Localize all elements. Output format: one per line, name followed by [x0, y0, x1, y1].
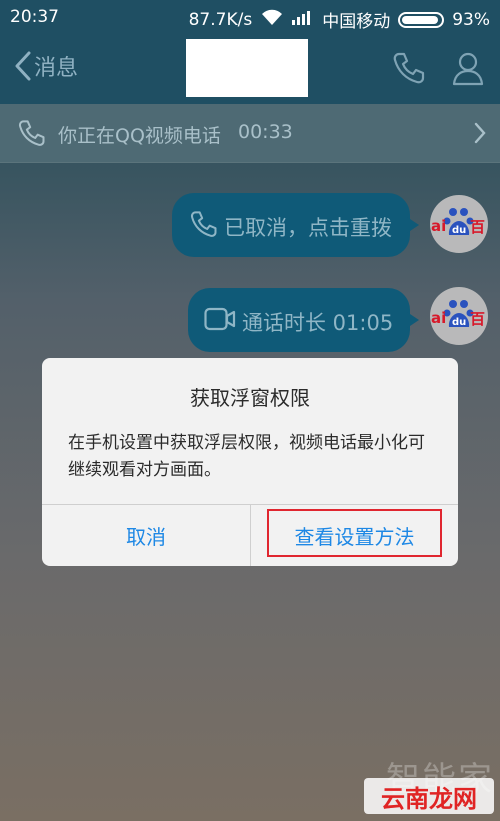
dialog-message: 在手机设置中获取浮层权限，视频电话最小化可继续观看对方画面。	[68, 433, 425, 480]
video-camera-icon	[204, 306, 236, 337]
phone-icon	[188, 208, 218, 245]
avatar-label-left: ai	[431, 309, 447, 327]
carrier-name: 中国移动	[322, 12, 391, 32]
permission-dialog: 获取浮窗权限 在手机设置中获取浮层权限，视频电话最小化可继续观看对方画面。 取消…	[42, 358, 458, 566]
message-bubble-call-duration[interactable]: 通话时长 01:05	[188, 288, 419, 352]
chat-header: 消息	[0, 36, 500, 104]
battery-fill	[402, 15, 438, 24]
avatar-label-right: 百	[470, 218, 486, 236]
chat-screen: 20:37 87.7K/s 中国移动 93% 消息 你正在QQ视频电话 00:3…	[0, 0, 500, 821]
profile-icon[interactable]	[450, 50, 486, 90]
signal-icon	[292, 9, 314, 30]
highlight-annotation	[267, 509, 442, 557]
message-text: 通话时长 01:05	[242, 311, 394, 335]
status-time: 20:37	[10, 7, 59, 27]
cancel-button[interactable]: 取消	[42, 504, 250, 566]
dialog-title: 获取浮窗权限	[190, 386, 310, 410]
battery-percent: 93%	[452, 9, 490, 30]
watermark-logo: 云南龙网	[364, 778, 494, 814]
avatar-label-left: ai	[431, 217, 447, 235]
message-bubble-redial[interactable]: 已取消，点击重拨	[172, 193, 419, 257]
call-duration: 00:33	[238, 121, 293, 143]
avatar-label-center: du	[452, 225, 467, 236]
ongoing-call-banner[interactable]: 你正在QQ视频电话 00:33	[0, 104, 500, 163]
chevron-left-icon	[15, 51, 31, 81]
avatar[interactable]: ai du 百	[430, 195, 488, 253]
back-label: 消息	[34, 56, 79, 81]
phone-icon[interactable]	[390, 50, 426, 90]
network-speed: 87.7K/s	[188, 9, 253, 30]
contact-name-redacted	[186, 39, 308, 97]
message-text: 已取消，点击重拨	[224, 216, 392, 240]
phone-icon	[16, 118, 46, 153]
avatar[interactable]: ai du 百	[430, 287, 488, 345]
back-button[interactable]: 消息	[14, 50, 78, 82]
chevron-right-icon	[474, 122, 486, 149]
battery-icon	[398, 11, 445, 28]
call-banner-text: 你正在QQ视频电话	[58, 125, 221, 147]
avatar-label-center: du	[452, 317, 467, 328]
wifi-icon	[260, 8, 284, 31]
avatar-label-right: 百	[470, 310, 486, 328]
status-right: 87.7K/s 中国移动 93%	[188, 7, 490, 33]
status-bar: 20:37 87.7K/s 中国移动 93%	[0, 0, 500, 36]
